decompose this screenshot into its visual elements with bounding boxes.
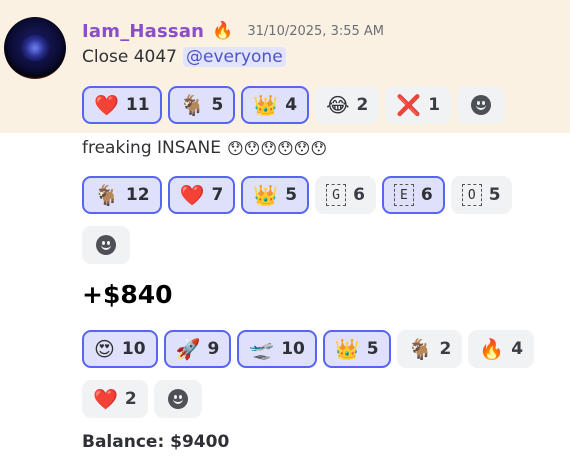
goat-emoji-icon: 🐐 (179, 93, 205, 117)
airplane-emoji-icon: 🛫 (249, 337, 275, 361)
x-emoji-icon: ❌ (396, 93, 422, 117)
add-reaction-button[interactable] (457, 86, 506, 124)
smiley-mouth (101, 244, 111, 250)
reaction-letter-e[interactable]: E6 (381, 176, 445, 214)
smiley-mouth (476, 104, 487, 110)
reaction-count: 5 (211, 95, 224, 115)
balance-text: Balance: $9400 (82, 432, 230, 452)
reaction-crown[interactable]: 👑 5 (241, 176, 310, 214)
reaction-count: 7 (211, 185, 224, 205)
reaction-heart-eyes[interactable]: 😍 10 (82, 330, 158, 368)
reaction-count: 5 (285, 185, 298, 205)
reactions-row-2: 🐐 12 ❤️ 7 👑 5 G 6 E 6 O 5 (82, 176, 512, 214)
message-line-freaking: freaking INSANE 😯😯😯😯😯😯 (82, 138, 327, 158)
close-text: Close 4047 (82, 47, 177, 67)
goat-emoji-icon: 🐐 (94, 183, 119, 207)
username[interactable]: Iam_Hassan (82, 21, 204, 42)
reactions-row-1: ❤️ 11 🐐 5 👑 4 😂 2 ❌ 1 (82, 86, 506, 124)
everyone-mention[interactable]: @everyone (182, 47, 286, 67)
add-reaction-button[interactable] (82, 226, 130, 264)
message-line-close: Close 4047 @everyone (82, 47, 286, 67)
regional-letter-o-icon: O (461, 184, 482, 206)
reaction-x[interactable]: ❌ 1 (385, 86, 452, 124)
reaction-joy[interactable]: 😂 2 (315, 86, 380, 124)
rocket-emoji-icon: 🚀 (175, 337, 201, 361)
regional-letter-e-icon: E (393, 184, 414, 206)
heart-emoji-icon: ❤️ (93, 387, 118, 411)
crown-emoji-icon: 👑 (253, 93, 279, 117)
reaction-count: 10 (121, 339, 146, 359)
reaction-count: 9 (207, 339, 220, 359)
smiley-add-reaction-icon (96, 235, 116, 255)
smiley-mouth (172, 398, 183, 404)
reaction-count: 11 (125, 95, 150, 115)
reaction-letter-g[interactable]: G6 (315, 176, 376, 214)
fire-badge-icon: 🔥 (212, 20, 234, 41)
reaction-heart[interactable]: ❤️ 11 (82, 86, 162, 124)
reaction-airplane[interactable]: 🛫 10 (237, 330, 317, 368)
heart-emoji-icon: ❤️ (179, 183, 205, 207)
freaking-text: freaking INSANE (82, 138, 221, 158)
reaction-rocket[interactable]: 🚀 9 (163, 330, 232, 368)
reaction-letter-o[interactable]: O5 (450, 176, 512, 214)
fire-emoji-icon: 🔥 (479, 337, 505, 361)
reaction-count: 6 (420, 185, 433, 205)
reaction-fire[interactable]: 🔥 4 (468, 330, 535, 368)
reaction-goat[interactable]: 🐐 2 (396, 330, 463, 368)
crown-emoji-icon: 👑 (253, 183, 279, 207)
add-reaction-button[interactable] (153, 380, 202, 418)
timestamp[interactable]: 31/10/2025, 3:55 AM (247, 24, 384, 39)
reaction-count: 1 (428, 95, 441, 115)
smiley-add-reaction-icon (471, 95, 492, 115)
reaction-count: 6 (353, 185, 365, 205)
reaction-count: 12 (125, 185, 150, 205)
reactions-row-2-add (82, 226, 130, 264)
reaction-goat[interactable]: 🐐 12 (82, 176, 162, 214)
regional-letter-g-icon: G (326, 184, 347, 206)
reaction-count: 5 (488, 185, 501, 205)
goat-emoji-icon: 🐐 (407, 337, 433, 361)
reaction-heart[interactable]: ❤️ 7 (167, 176, 236, 214)
smiley-add-reaction-icon (167, 389, 188, 409)
crown-emoji-icon: 👑 (334, 337, 360, 361)
reaction-count: 2 (124, 389, 137, 409)
reaction-count: 5 (366, 339, 379, 359)
heart-eyes-emoji-icon: 😍 (94, 337, 115, 361)
avatar[interactable] (4, 17, 66, 79)
reactions-row-4: ❤️ 2 (82, 380, 202, 418)
reaction-goat[interactable]: 🐐 5 (167, 86, 236, 124)
reaction-count: 2 (356, 95, 369, 115)
reaction-count: 4 (285, 95, 298, 115)
message-header: Iam_Hassan 🔥 31/10/2025, 3:55 AM (82, 18, 384, 44)
profit-amount: +$840 (82, 280, 173, 309)
astonished-emojis: 😯😯😯😯😯😯 (226, 138, 328, 158)
reaction-count: 4 (511, 339, 524, 359)
reactions-row-3: 😍 10 🚀 9 🛫 10 👑 5 🐐 2 🔥 4 (82, 330, 535, 368)
reaction-count: 2 (439, 339, 452, 359)
reaction-heart[interactable]: ❤️ 2 (82, 380, 148, 418)
avatar-glow (20, 35, 50, 61)
heart-emoji-icon: ❤️ (94, 93, 119, 117)
reaction-crown[interactable]: 👑 5 (322, 330, 391, 368)
reaction-crown[interactable]: 👑 4 (241, 86, 310, 124)
reaction-count: 10 (281, 339, 305, 359)
joy-emoji-icon: 😂 (326, 93, 350, 117)
